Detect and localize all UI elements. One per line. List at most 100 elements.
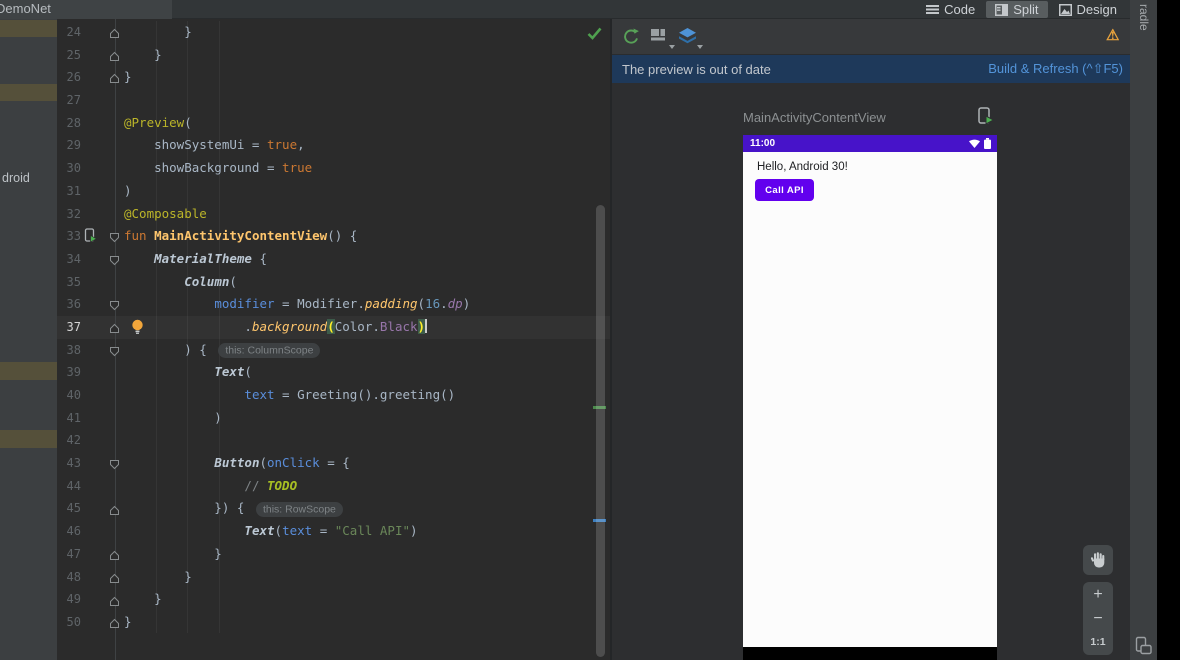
code-line[interactable]: .background(Color.Black) [124, 316, 470, 339]
line-number[interactable]: 41 [57, 407, 81, 430]
project-tree-highlight-row[interactable] [0, 20, 57, 37]
line-number[interactable]: 26 [57, 66, 81, 89]
code-line[interactable]: @Composable [124, 203, 470, 226]
device-preview-frame[interactable]: 11:00 Hello, Android 30! Call API [743, 135, 997, 660]
project-tree-highlight-row[interactable] [0, 430, 57, 448]
fold-marker-icon[interactable] [109, 548, 120, 566]
line-number[interactable]: 25 [57, 44, 81, 67]
code-line[interactable]: // TODO [124, 475, 470, 498]
fold-marker-icon[interactable] [109, 594, 120, 612]
line-number[interactable]: 33 [57, 225, 81, 248]
code-line[interactable]: MaterialTheme { [124, 248, 470, 271]
fold-marker-icon[interactable] [109, 503, 120, 521]
line-number[interactable]: 34 [57, 248, 81, 271]
line-number[interactable]: 45 [57, 497, 81, 520]
line-number[interactable]: 42 [57, 429, 81, 452]
line-number[interactable]: 47 [57, 543, 81, 566]
project-tree-item-label[interactable]: droid [2, 171, 30, 185]
code-line[interactable]: Button(onClick = { [124, 452, 470, 475]
preview-composable-title[interactable]: MainActivityContentView [743, 110, 886, 125]
code-line[interactable]: } [124, 543, 470, 566]
code-text-area[interactable]: } }} @Preview( showSystemUi = true, showB… [124, 21, 470, 634]
fold-marker-icon[interactable] [109, 344, 120, 362]
code-line[interactable]: } [124, 611, 470, 634]
line-number[interactable]: 37 [57, 316, 81, 339]
code-line[interactable]: @Preview( [124, 112, 470, 135]
fold-marker-icon[interactable] [109, 571, 120, 589]
tab-split[interactable]: Split [986, 1, 1048, 18]
gutter-line-numbers[interactable]: 24 25 26 27 28 29 30 31 32 33 34 35 36 37 38 39 40 41 42 43… [57, 21, 81, 634]
line-number[interactable]: 49 [57, 588, 81, 611]
fold-marker-icon[interactable] [109, 49, 120, 67]
line-number[interactable]: 32 [57, 203, 81, 226]
code-editor[interactable]: 24 25 26 27 28 29 30 31 32 33 34 35 36 37 38 39 40 41 42 43… [57, 19, 610, 660]
editor-tab-project[interactable]: DemoNet [0, 0, 172, 19]
code-line[interactable]: fun MainActivityContentView() { [124, 225, 470, 248]
inspection-ok-check-icon[interactable] [586, 26, 603, 46]
code-line[interactable]: Column( [124, 271, 470, 294]
line-number[interactable]: 44 [57, 475, 81, 498]
code-line[interactable]: } [124, 66, 470, 89]
line-number[interactable]: 24 [57, 21, 81, 44]
zoom-in-button[interactable]: + [1093, 586, 1102, 604]
line-number[interactable]: 46 [57, 520, 81, 543]
code-line[interactable]: ) [124, 180, 470, 203]
device-orientation-icon[interactable] [1134, 636, 1153, 660]
run-preview-on-device-icon[interactable] [978, 107, 995, 130]
code-line[interactable]: showSystemUi = true, [124, 134, 470, 157]
fold-marker-icon[interactable] [109, 253, 120, 271]
zoom-actual-size-button[interactable]: 1:1 [1090, 633, 1105, 651]
layout-options-icon[interactable] [650, 28, 675, 49]
project-tree-highlight-row[interactable] [0, 362, 57, 380]
gradle-stripe-tab[interactable]: radle [1137, 4, 1151, 31]
line-number[interactable]: 28 [57, 112, 81, 135]
fold-marker-icon[interactable] [109, 457, 120, 475]
fold-marker-icon[interactable] [109, 321, 120, 339]
editor-scrollbar-thumb[interactable] [596, 205, 605, 657]
code-line[interactable] [124, 89, 470, 112]
line-number[interactable]: 40 [57, 384, 81, 407]
fold-marker-icon[interactable] [109, 71, 120, 89]
code-line[interactable]: showBackground = true [124, 157, 470, 180]
build-and-refresh-link[interactable]: Build & Refresh (^⇧F5) [988, 61, 1123, 77]
code-line[interactable]: Text( [124, 361, 470, 384]
line-number[interactable]: 43 [57, 452, 81, 475]
code-line[interactable]: ) { this: ColumnScope [124, 339, 470, 362]
code-line[interactable] [124, 429, 470, 452]
fold-marker-icon[interactable] [109, 298, 120, 316]
code-line[interactable]: modifier = Modifier.padding(16.dp) [124, 293, 470, 316]
code-line[interactable]: text = Greeting().greeting() [124, 384, 470, 407]
call-api-button[interactable]: Call API [755, 179, 814, 201]
code-line[interactable]: Text(text = "Call API") [124, 520, 470, 543]
line-number[interactable]: 50 [57, 611, 81, 634]
fold-marker-icon[interactable] [109, 616, 120, 634]
layers-view-icon[interactable] [678, 28, 703, 49]
line-number[interactable]: 39 [57, 361, 81, 384]
run-composable-gutter-icon[interactable] [84, 228, 98, 248]
line-number[interactable]: 29 [57, 134, 81, 157]
code-line[interactable]: } [124, 21, 470, 44]
code-line[interactable]: }) { this: RowScope [124, 497, 470, 520]
line-number[interactable]: 36 [57, 293, 81, 316]
tab-code[interactable]: Code [917, 1, 984, 18]
warning-triangle-icon[interactable]: ⚠ [1106, 26, 1119, 44]
line-number[interactable]: 27 [57, 89, 81, 112]
fold-marker-icon[interactable] [109, 230, 120, 248]
line-number[interactable]: 38 [57, 339, 81, 362]
project-tool-window-sliver[interactable]: droid [0, 19, 57, 660]
tab-design[interactable]: Design [1050, 1, 1126, 18]
code-line[interactable]: } [124, 566, 470, 589]
line-number[interactable]: 48 [57, 566, 81, 589]
code-line[interactable]: } [124, 588, 470, 611]
fold-marker-icon[interactable] [109, 26, 120, 44]
pan-hand-button[interactable] [1083, 545, 1113, 575]
line-number[interactable]: 30 [57, 157, 81, 180]
line-number[interactable]: 35 [57, 271, 81, 294]
zoom-out-button[interactable]: − [1093, 610, 1102, 628]
code-line[interactable]: ) [124, 407, 470, 430]
line-number[interactable]: 31 [57, 180, 81, 203]
project-tree-highlight-row[interactable] [0, 84, 57, 101]
refresh-preview-icon[interactable] [622, 28, 644, 48]
intention-lightbulb-icon[interactable] [131, 319, 144, 340]
code-line[interactable]: } [124, 44, 470, 67]
